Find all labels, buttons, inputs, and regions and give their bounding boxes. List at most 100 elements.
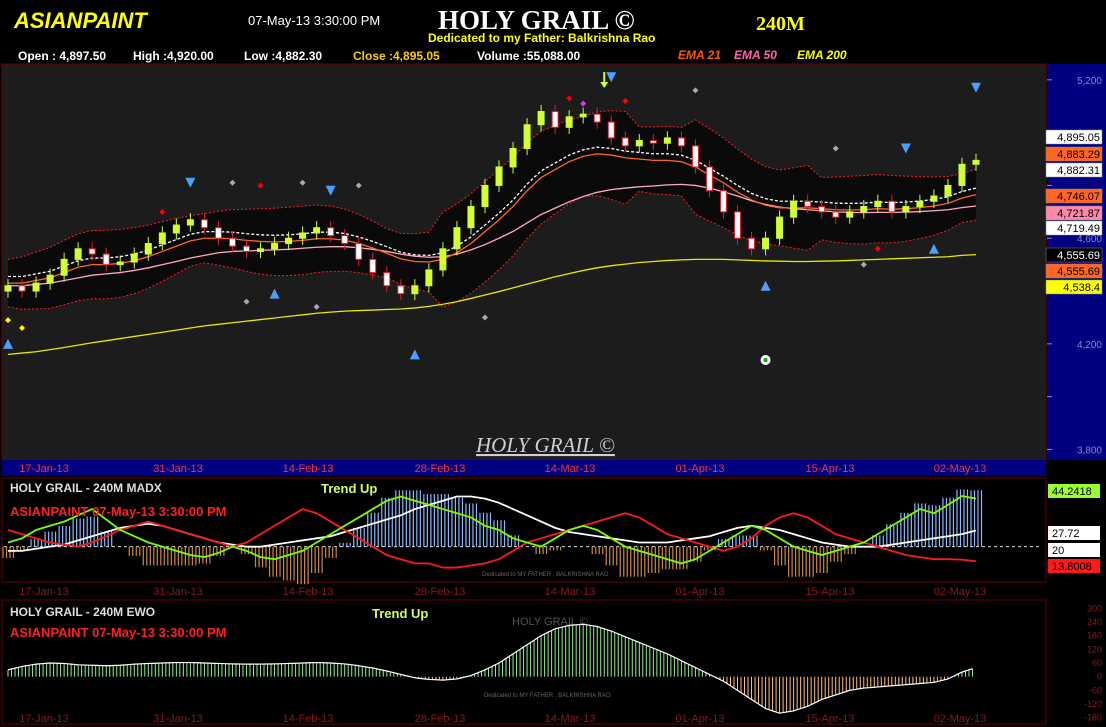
madx-status: Trend Up [321, 481, 377, 496]
candle-body [804, 200, 812, 208]
candle-body [46, 274, 54, 284]
candle-body [551, 111, 559, 128]
ewo-instrument: ASIANPAINT 07-May-13 3:30:00 PM [10, 625, 227, 640]
madx-title: HOLY GRAIL - 240M MADX [10, 481, 162, 495]
candle-body [621, 137, 629, 147]
chart-watermark: HOLY GRAIL © [475, 433, 615, 457]
candle-body [481, 184, 489, 208]
price-tag-text: 4,719.49 [1057, 223, 1100, 235]
date-label-madx: 14-Mar-13 [545, 586, 596, 598]
madx-value-tags: 44.2418 27.72 20 13.8008 [1048, 484, 1100, 573]
price-tick-label: 4,600 [1077, 234, 1102, 245]
date-label-madx: 28-Feb-13 [415, 586, 466, 598]
price-tag-text: 4,555.69 [1057, 250, 1100, 262]
price-tag-text: 4,746.07 [1057, 191, 1100, 203]
candle-body [228, 237, 236, 247]
open-value: Open : 4,897.50 [18, 49, 106, 63]
price-tick-label: 4,200 [1077, 340, 1102, 351]
ema21-legend: EMA 21 [678, 48, 721, 62]
chart-window: ASIANPAINT 07-May-13 3:30:00 PM HOLY GRA… [0, 0, 1106, 727]
date-label-madx: 31-Jan-13 [153, 586, 203, 598]
candle-body [705, 166, 713, 192]
candle-body [130, 253, 138, 263]
candle-body [663, 137, 671, 144]
candle-body [144, 243, 152, 255]
ewo-tick-label: -60 [1089, 685, 1102, 695]
candle-body [102, 253, 110, 266]
ewo-tick-label: 180 [1087, 631, 1102, 641]
madx-tag-text: 27.72 [1052, 528, 1080, 540]
candle-body [874, 200, 882, 208]
candle-body [4, 285, 12, 292]
madx-tag-text: 13.8008 [1052, 561, 1092, 573]
madx-tag-text: 44.2418 [1052, 486, 1092, 498]
candle-body [958, 163, 966, 186]
candle-body [832, 211, 840, 218]
ewo-status: Trend Up [372, 606, 428, 621]
date-label: 14-Mar-13 [545, 463, 596, 475]
candle-body [846, 211, 854, 218]
ema200-legend: EMA 200 [797, 48, 847, 62]
price-tick-label: 3,800 [1077, 445, 1102, 456]
candle-body [60, 258, 68, 276]
candle-body [200, 219, 208, 229]
candle-body [18, 285, 26, 292]
candle-body [888, 200, 896, 213]
timeframe-label: 240M [756, 13, 805, 35]
chart-canvas: ASIANPAINT 07-May-13 3:30:00 PM HOLY GRA… [0, 0, 1106, 725]
candle-body [411, 285, 419, 295]
ewo-tick-label: 0 [1097, 672, 1102, 682]
candle-body [649, 140, 657, 144]
candle-body [972, 159, 980, 165]
date-label: 01-Apr-13 [676, 463, 725, 475]
madx-tag-text: 20 [1052, 545, 1064, 557]
ewo-title: HOLY GRAIL - 240M EWO [10, 605, 155, 619]
date-label-ewo: 14-Feb-13 [283, 713, 334, 725]
candle-body [635, 140, 643, 147]
close-value: Close :4,895.05 [353, 49, 440, 63]
candle-body [565, 116, 573, 128]
candle-body [383, 272, 391, 287]
candle-body [719, 190, 727, 213]
candle-body [214, 227, 222, 239]
candle-body [677, 137, 685, 147]
candle-body [509, 147, 517, 168]
candle-body [453, 227, 461, 250]
candle-body [327, 227, 335, 237]
date-label-ewo: 28-Feb-13 [415, 713, 466, 725]
ewo-tick-label: -120 [1084, 699, 1102, 709]
low-value: Low :4,882.30 [244, 49, 322, 63]
date-label: 14-Feb-13 [283, 463, 334, 475]
candle-body [425, 269, 433, 287]
candle-body [916, 200, 924, 208]
candle-body [355, 243, 363, 260]
candle-body [242, 245, 250, 252]
price-tag-text: 4,882.31 [1057, 165, 1100, 177]
date-label: 17-Jan-13 [19, 463, 69, 475]
date-label-madx: 17-Jan-13 [19, 586, 69, 598]
candle-body [523, 124, 531, 149]
candle-body [88, 248, 96, 255]
candle-body [257, 248, 265, 252]
date-label-ewo: 02-May-13 [934, 713, 987, 725]
candle-body [593, 113, 601, 123]
date-label-ewo: 17-Jan-13 [19, 713, 69, 725]
date-label: 15-Apr-13 [806, 463, 855, 475]
candle-body [762, 237, 770, 250]
candle-body [944, 184, 952, 197]
ewo-tick-label: -180 [1084, 713, 1102, 723]
date-label-ewo: 14-Mar-13 [545, 713, 596, 725]
candle-body [860, 206, 868, 213]
ema50-legend: EMA 50 [734, 48, 777, 62]
ewo-tick-label: 240 [1087, 617, 1102, 627]
date-label: 02-May-13 [934, 463, 987, 475]
exit-circle-dot-icon [763, 358, 768, 362]
candle-body [930, 195, 938, 202]
price-tick-label: 5,200 [1077, 76, 1102, 87]
candle-body [607, 121, 615, 139]
price-tag-text: 4,555.69 [1057, 266, 1100, 278]
ewo-tick-label: 60 [1092, 658, 1102, 668]
date-labels-madx: 17-Jan-13 31-Jan-13 14-Feb-13 28-Feb-13 14-M… [19, 586, 986, 598]
candle-body [790, 200, 798, 218]
price-tag-text: 4,883.29 [1057, 149, 1100, 161]
